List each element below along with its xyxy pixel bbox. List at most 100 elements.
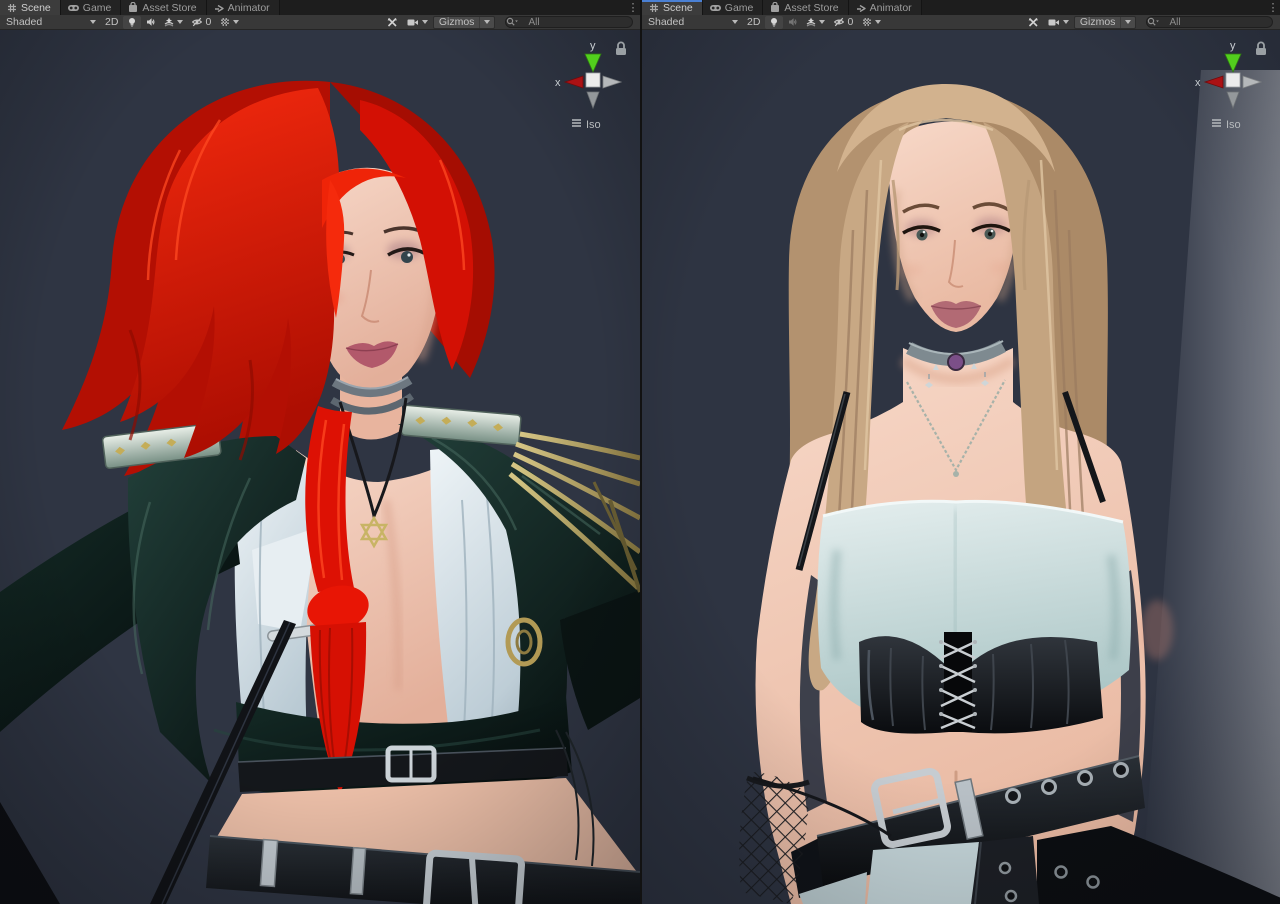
orientation-gizmo[interactable]: y x Iso xyxy=(554,36,632,134)
audio-speaker-icon xyxy=(788,17,797,27)
gizmo-cube[interactable] xyxy=(1226,73,1240,87)
panel-menu-icon[interactable]: ⋮ xyxy=(626,0,640,15)
scene-toolbar-right: Shaded 2D 0 xyxy=(642,15,1280,30)
scene-toolbar-left: Shaded 2D 0 xyxy=(0,15,640,30)
scene-render-redhead-character[interactable] xyxy=(0,30,640,904)
search-icon[interactable] xyxy=(506,17,518,27)
camera-settings-dropdown[interactable] xyxy=(1044,16,1073,29)
scene-search xyxy=(1141,16,1278,28)
animator-icon xyxy=(214,3,224,13)
gizmos-caret[interactable] xyxy=(479,17,494,28)
scene-render-blonde-character[interactable] xyxy=(642,30,1280,904)
tabbar-fill xyxy=(922,0,1266,15)
draw-mode-dropdown[interactable]: Shaded xyxy=(644,16,742,29)
eye-off-icon xyxy=(834,17,844,27)
scene-lighting-toggle[interactable] xyxy=(765,16,783,29)
lock-icon[interactable] xyxy=(1256,42,1266,55)
vignette xyxy=(642,30,1280,904)
grid-snap-icon xyxy=(862,17,872,27)
tab-label: Animator xyxy=(228,2,270,14)
draw-mode-label: Shaded xyxy=(6,16,42,28)
hidden-count: 0 xyxy=(205,16,211,28)
orientation-gizmo[interactable]: y x Iso xyxy=(1194,36,1272,134)
effects-dropdown[interactable] xyxy=(160,16,187,29)
lock-icon[interactable] xyxy=(616,42,626,55)
search-icon[interactable] xyxy=(1147,17,1159,27)
gizmos-dropdown[interactable]: Gizmos xyxy=(433,16,496,29)
2d-label: 2D xyxy=(747,16,760,28)
axis-x-label[interactable]: x xyxy=(1195,77,1201,89)
scene-grid-icon xyxy=(7,3,17,13)
iso-mode-toggle[interactable]: Iso xyxy=(1212,119,1241,131)
hidden-objects-toggle[interactable]: 0 xyxy=(188,16,215,29)
effects-icon xyxy=(164,17,174,27)
axis-bottom-cone[interactable] xyxy=(587,92,599,108)
axis-right-cone[interactable] xyxy=(1243,76,1261,88)
tab-scene[interactable]: Scene xyxy=(0,0,61,15)
asset-store-bag-icon xyxy=(128,2,138,13)
scene-panel-left: Scene Game Asset Store Animator ⋮ Shaded xyxy=(0,0,640,904)
chevron-down-icon xyxy=(233,20,239,24)
tab-scene[interactable]: Scene xyxy=(642,0,703,15)
tab-asset-store[interactable]: Asset Store xyxy=(121,0,206,15)
effects-dropdown[interactable] xyxy=(802,16,829,29)
tab-animator[interactable]: Animator xyxy=(849,0,922,15)
projection-label: Iso xyxy=(1226,119,1241,131)
unity-editor-split-view: Scene Game Asset Store Animator ⋮ Shaded xyxy=(0,0,1280,904)
vignette xyxy=(0,30,640,904)
effects-icon xyxy=(806,17,816,27)
scene-search xyxy=(500,16,638,28)
axis-y-label[interactable]: y xyxy=(1230,40,1236,52)
scene-audio-toggle[interactable] xyxy=(142,16,159,29)
editor-tools-button[interactable] xyxy=(383,16,402,29)
axis-x-cone[interactable] xyxy=(565,76,583,88)
tab-label: Game xyxy=(83,2,112,14)
audio-speaker-icon xyxy=(146,17,155,27)
panel-menu-icon[interactable]: ⋮ xyxy=(1266,0,1280,15)
2d-toggle-button[interactable]: 2D xyxy=(743,16,764,29)
search-input[interactable] xyxy=(1146,16,1273,28)
search-input[interactable] xyxy=(505,16,633,28)
tab-label: Asset Store xyxy=(784,2,838,14)
chevron-down-icon xyxy=(819,20,825,24)
draw-mode-dropdown[interactable]: Shaded xyxy=(2,16,100,29)
scene-viewport-right[interactable]: y x Iso xyxy=(642,30,1280,904)
grid-snap-icon xyxy=(220,17,230,27)
camera-settings-dropdown[interactable] xyxy=(403,16,432,29)
axis-bottom-cone[interactable] xyxy=(1227,92,1239,108)
gizmos-caret[interactable] xyxy=(1120,17,1135,28)
scene-lighting-toggle[interactable] xyxy=(123,16,141,29)
scene-viewport-left[interactable]: y x Iso xyxy=(0,30,640,904)
editor-tools-button[interactable] xyxy=(1024,16,1043,29)
game-gamepad-icon xyxy=(68,3,79,13)
chevron-down-icon xyxy=(422,20,428,24)
animator-icon xyxy=(856,3,866,13)
axis-x-label[interactable]: x xyxy=(555,77,561,89)
grid-visibility-dropdown[interactable] xyxy=(216,16,243,29)
hidden-objects-toggle[interactable]: 0 xyxy=(830,16,857,29)
grid-visibility-dropdown[interactable] xyxy=(858,16,885,29)
gizmos-dropdown[interactable]: Gizmos xyxy=(1074,16,1137,29)
gizmo-cube[interactable] xyxy=(586,73,600,87)
axis-x-cone[interactable] xyxy=(1205,76,1223,88)
axis-y-cone[interactable] xyxy=(1225,54,1241,72)
iso-mode-toggle[interactable]: Iso xyxy=(572,119,601,131)
chevron-down-icon xyxy=(875,20,881,24)
chevron-down-icon xyxy=(484,20,490,24)
chevron-down-icon xyxy=(1125,20,1131,24)
tab-animator[interactable]: Animator xyxy=(207,0,280,15)
chevron-down-icon xyxy=(177,20,183,24)
axis-right-cone[interactable] xyxy=(603,76,621,88)
tab-game[interactable]: Game xyxy=(703,0,764,15)
tab-game[interactable]: Game xyxy=(61,0,122,15)
tab-asset-store[interactable]: Asset Store xyxy=(763,0,848,15)
game-gamepad-icon xyxy=(710,3,721,13)
tools-icon xyxy=(1028,17,1039,28)
axis-y-cone[interactable] xyxy=(585,54,601,72)
axis-y-label[interactable]: y xyxy=(590,40,596,52)
tab-label: Asset Store xyxy=(142,2,196,14)
tabbar-right: Scene Game Asset Store Animator ⋮ xyxy=(642,0,1280,15)
2d-toggle-button[interactable]: 2D xyxy=(101,16,122,29)
tabbar-left: Scene Game Asset Store Animator ⋮ xyxy=(0,0,640,15)
scene-audio-toggle[interactable] xyxy=(784,16,801,29)
